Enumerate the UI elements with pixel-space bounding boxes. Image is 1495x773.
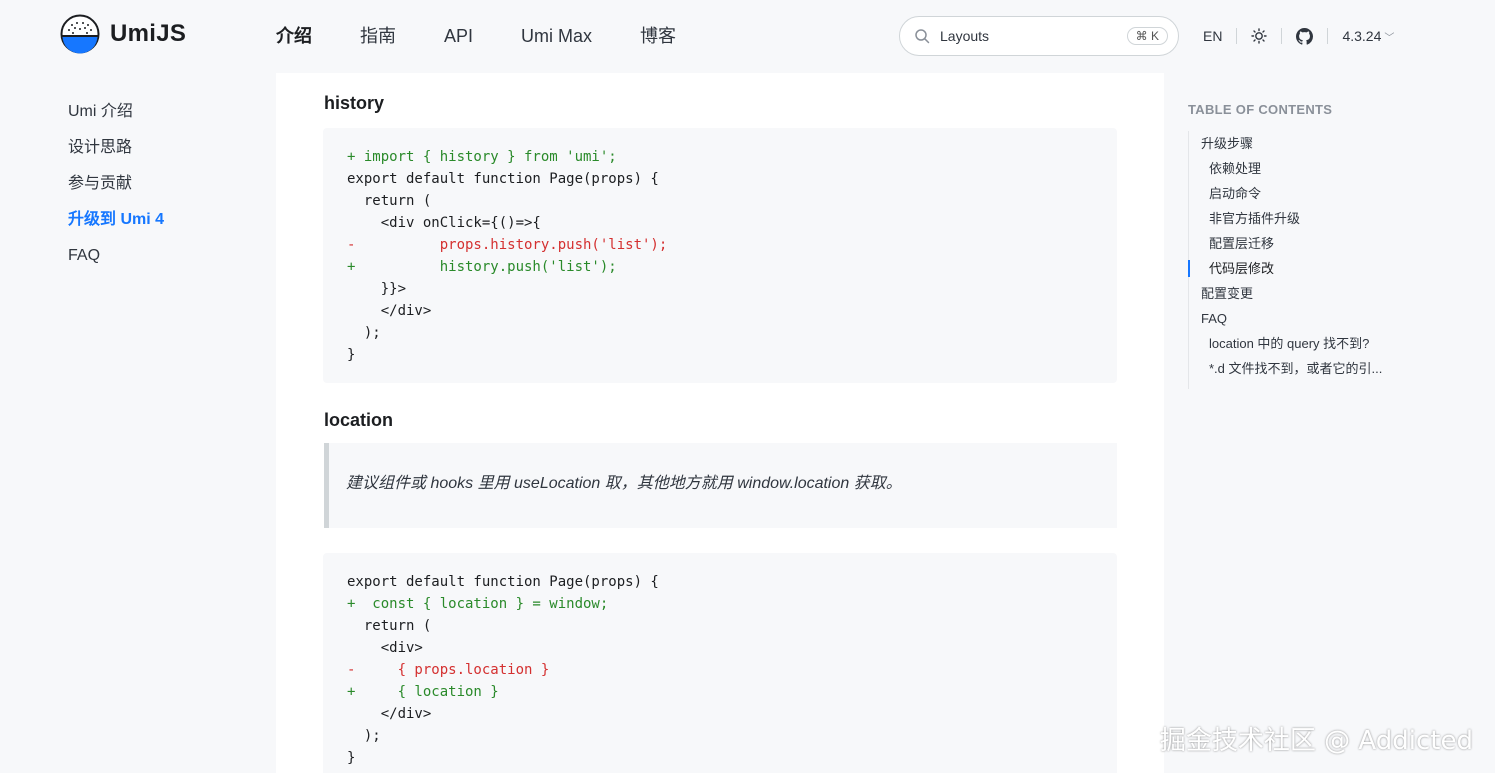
nav-item-intro[interactable]: 介绍: [276, 24, 312, 48]
code-line: + const { location } = window;: [347, 596, 609, 612]
toc-item[interactable]: 配置变更: [1189, 285, 1382, 310]
divider: [1327, 28, 1329, 44]
watermark: 掘金技术社区 @ Addicted: [1159, 726, 1473, 756]
top-header: UmiJS 介绍 指南 API Umi Max 博客 Layouts ⌘ K E…: [0, 0, 1495, 72]
code-line: <div onClick={()=>{: [347, 215, 541, 231]
sidebar-item-contribute[interactable]: 参与贡献: [68, 172, 164, 208]
toc-title: TABLE OF CONTENTS: [1188, 102, 1333, 117]
code-line: + history.push('list');: [347, 259, 617, 275]
sidebar-item-faq[interactable]: FAQ: [68, 244, 164, 280]
nav-item-umi-max[interactable]: Umi Max: [521, 24, 592, 48]
language-switch[interactable]: EN: [1203, 28, 1222, 44]
search-icon: [915, 29, 930, 44]
code-line: );: [347, 325, 381, 341]
code-line: <div>: [347, 640, 423, 656]
toc-item[interactable]: FAQ: [1189, 310, 1382, 335]
section-title-history: history: [324, 93, 385, 113]
theme-toggle-button[interactable]: [1251, 28, 1268, 44]
code-line: - { props.location }: [347, 662, 550, 678]
toc-list: 升级步骤 依赖处理 启动命令 非官方插件升级 配置层迁移 代码层修改 配置变更 FAQ loca…: [1188, 131, 1382, 389]
code-line: + import { history } from 'umi';: [347, 149, 617, 165]
sidebar-item-design[interactable]: 设计思路: [68, 136, 164, 172]
sun-icon: [1251, 28, 1268, 44]
github-icon: [1296, 27, 1314, 45]
search-value: Layouts: [940, 28, 990, 44]
toc-item[interactable]: 启动命令: [1189, 185, 1382, 210]
toc-item[interactable]: 依赖处理: [1189, 160, 1382, 185]
nav-item-blog[interactable]: 博客: [640, 24, 676, 48]
code-line: );: [347, 728, 381, 744]
sidebar: Umi 介绍 设计思路 参与贡献 升级到 Umi 4 FAQ: [68, 100, 164, 280]
main-content: history + import { history } from 'umi';…: [276, 73, 1164, 773]
toc-item[interactable]: location 中的 query 找不到?: [1189, 335, 1382, 360]
code-line: return (: [347, 618, 432, 634]
sidebar-item-umi-intro[interactable]: Umi 介绍: [68, 100, 164, 136]
code-line: }: [347, 347, 356, 363]
sidebar-item-upgrade[interactable]: 升级到 Umi 4: [68, 208, 164, 244]
code-line: + { location }: [347, 684, 499, 700]
code-line: export default function Page(props) {: [347, 574, 659, 590]
nav-item-api[interactable]: API: [444, 24, 473, 48]
divider: [1281, 28, 1283, 44]
toc-item[interactable]: 代码层修改: [1189, 260, 1382, 285]
code-line: - props.history.push('list');: [347, 237, 668, 253]
code-line: </div>: [347, 303, 432, 319]
code-line: export default function Page(props) {: [347, 171, 659, 187]
code-line: }}>: [347, 281, 407, 297]
main-nav: 介绍 指南 API Umi Max 博客: [276, 24, 724, 48]
code-line: return (: [347, 193, 432, 209]
code-block-history: + import { history } from 'umi'; export d…: [323, 128, 1117, 383]
toc-item[interactable]: *.d 文件找不到，或者它的引...: [1189, 360, 1382, 385]
site-logo[interactable]: UmiJS: [60, 14, 186, 54]
toc-item[interactable]: 非官方插件升级: [1189, 210, 1382, 235]
divider: [1236, 28, 1238, 44]
blockquote-note: 建议组件或 hooks 里用 useLocation 取，其他地方就用 wind…: [324, 443, 1117, 528]
table-of-contents: TABLE OF CONTENTS 升级步骤 依赖处理 启动命令 非官方插件升级 配置层…: [1188, 102, 1382, 389]
logo-text: UmiJS: [110, 20, 187, 47]
search-shortcut: ⌘ K: [1126, 27, 1168, 45]
header-tools: EN 4.3.24 ﹀: [1203, 24, 1394, 48]
chevron-down-icon: ﹀: [1384, 32, 1395, 44]
code-line: }: [347, 750, 356, 766]
toc-item[interactable]: 配置层迁移: [1189, 235, 1382, 260]
umi-logo-icon: [60, 14, 100, 54]
code-block-location: export default function Page(props) { + c…: [323, 553, 1117, 773]
version-label: 4.3.24: [1342, 28, 1382, 44]
toc-active-marker: [1188, 260, 1190, 277]
section-title-location: location: [324, 410, 394, 430]
search-input[interactable]: Layouts ⌘ K: [899, 16, 1179, 56]
nav-item-guide[interactable]: 指南: [360, 24, 396, 48]
version-select[interactable]: 4.3.24 ﹀: [1342, 28, 1394, 44]
github-link[interactable]: [1296, 27, 1314, 45]
toc-item[interactable]: 升级步骤: [1189, 135, 1382, 160]
code-line: </div>: [347, 706, 432, 722]
